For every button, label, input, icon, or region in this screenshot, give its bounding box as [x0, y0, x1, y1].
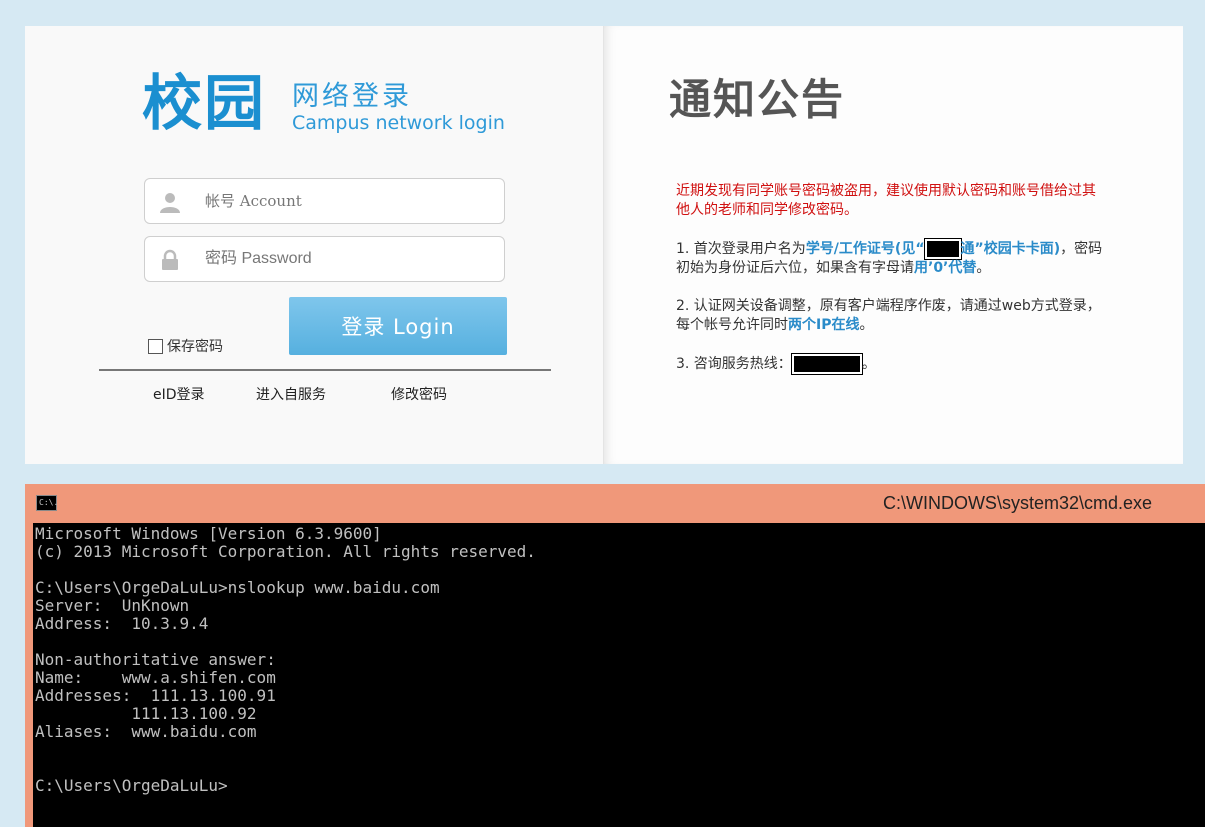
- redacted-hotline: [790, 353, 863, 375]
- notice-item-2: 2. 认证网关设备调整，原有客户端程序作废，请通过web方式登录，每个帐号允许同…: [676, 298, 1101, 333]
- self-service-link[interactable]: 进入自服务: [256, 384, 326, 404]
- notice-warning: 近期发现有同学账号密码被盗用，建议使用默认密码和账号借给过其他人的老师和同学修改…: [676, 183, 1096, 218]
- logo-cn-text: 网络登录: [292, 81, 412, 112]
- eid-login-link[interactable]: eID登录: [153, 384, 205, 404]
- account-field[interactable]: [144, 178, 505, 224]
- console-line: C:\Users\OrgeDaLuLu>nslookup www.baidu.c…: [35, 578, 440, 597]
- console-line: Server: UnKnown: [35, 596, 190, 615]
- redacted-box: [923, 238, 962, 260]
- notice-item-1: 1. 首次登录用户名为学号/工作证号(见“ 通”校园卡卡面)，密码初始为身份证后六…: [676, 238, 1103, 276]
- cmd-titlebar[interactable]: C:\. C:\WINDOWS\system32\cmd.exe: [25, 484, 1205, 523]
- login-panel: 校园 网络登录 Campus network login 登录 Login 保存…: [25, 26, 604, 464]
- cmd-title: C:\WINDOWS\system32\cmd.exe: [882, 493, 1152, 513]
- divider: [99, 369, 551, 371]
- remember-checkbox[interactable]: [148, 338, 163, 354]
- console-line: Name: www.a.shifen.com: [35, 668, 276, 687]
- logo-en-text: Campus network login: [292, 112, 505, 134]
- console-line: Aliases: www.baidu.com: [35, 722, 257, 741]
- notice-item-3: 3. 咨询服务热线：。: [676, 353, 876, 375]
- password-field[interactable]: [144, 236, 505, 282]
- password-input[interactable]: [205, 245, 485, 273]
- cmd-icon: C:\.: [36, 495, 58, 511]
- cmd-window[interactable]: C:\. C:\WINDOWS\system32\cmd.exe Microso…: [25, 484, 1205, 827]
- lock-icon: [162, 249, 178, 270]
- account-input[interactable]: [205, 187, 485, 215]
- console-line: Microsoft Windows [Version 6.3.9600]: [35, 524, 382, 543]
- console-line: C:\Users\OrgeDaLuLu>: [35, 776, 228, 795]
- remember-label: 保存密码: [167, 339, 223, 355]
- console-line: Addresses: 111.13.100.91: [35, 686, 276, 705]
- logo-main-text: 校园: [142, 69, 266, 139]
- notice-panel: 通知公告 近期发现有同学账号密码被盗用，建议使用默认密码和账号借给过其他人的老师…: [604, 26, 1183, 464]
- notice-body: 近期发现有同学账号密码被盗用，建议使用默认密码和账号借给过其他人的老师和同学修改…: [676, 182, 1106, 393]
- user-icon: [160, 193, 180, 213]
- remember-password[interactable]: 保存密码: [148, 336, 223, 356]
- cmd-console[interactable]: Microsoft Windows [Version 6.3.9600] (c) …: [33, 523, 1205, 827]
- notice-title: 通知公告: [669, 75, 846, 124]
- console-line: 111.13.100.92: [35, 704, 257, 723]
- console-line: Non-authoritative answer:: [35, 650, 276, 669]
- console-line: (c) 2013 Microsoft Corporation. All righ…: [35, 542, 536, 561]
- login-button[interactable]: 登录 Login: [289, 297, 507, 355]
- change-password-link[interactable]: 修改密码: [391, 384, 447, 404]
- console-line: Address: 10.3.9.4: [35, 614, 209, 633]
- logo: 校园 网络登录 Campus network login: [142, 68, 522, 140]
- login-page: 校园 网络登录 Campus network login 登录 Login 保存…: [25, 26, 1183, 464]
